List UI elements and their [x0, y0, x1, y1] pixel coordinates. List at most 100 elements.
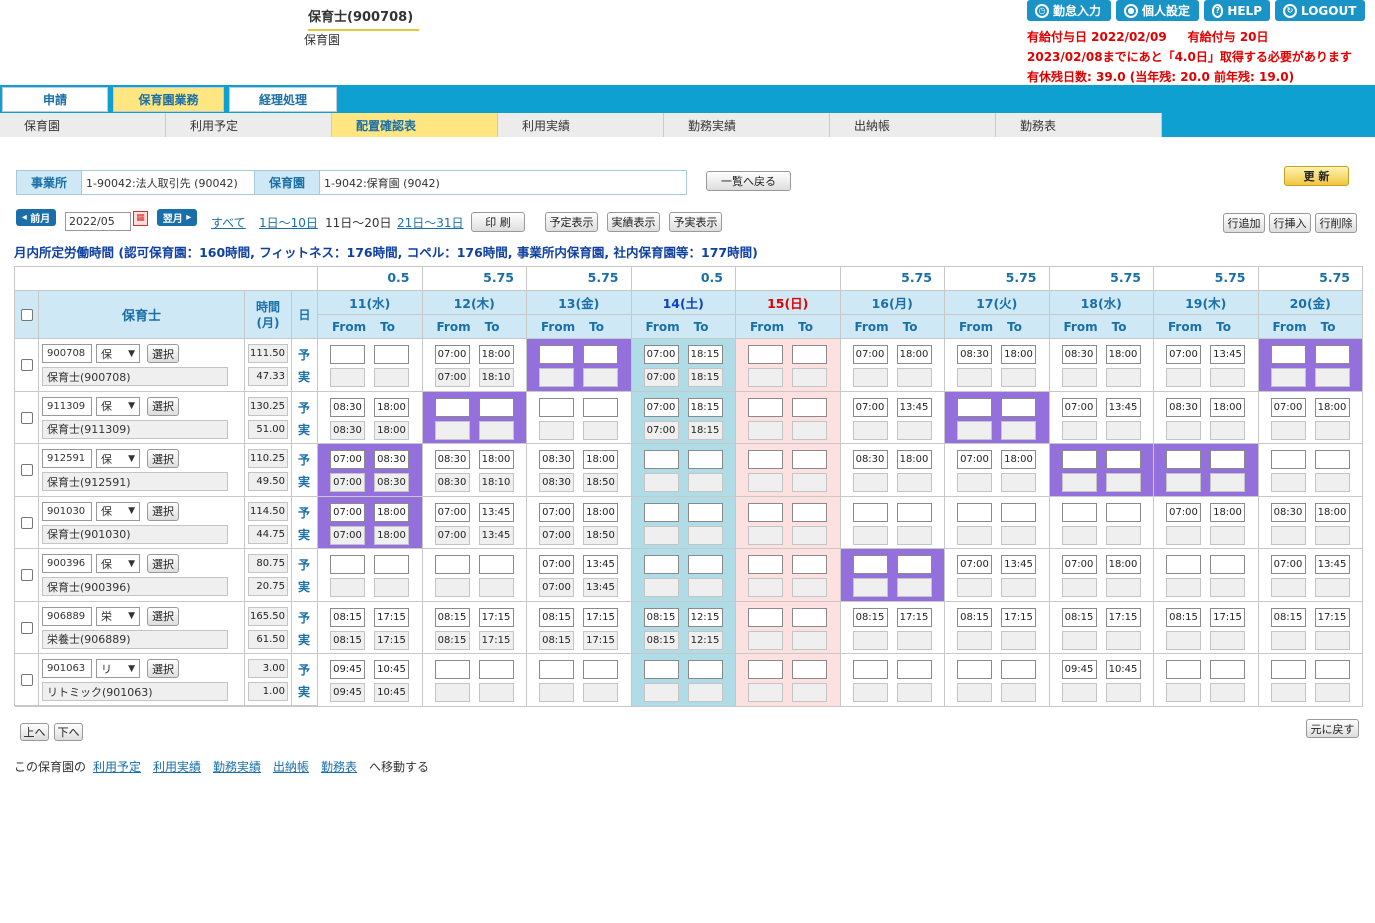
plan-from-input[interactable]: 08:30: [957, 345, 992, 364]
restore-button[interactable]: 元に戻す: [1306, 719, 1359, 738]
plan-from-input[interactable]: [434, 660, 470, 679]
plan-to-input[interactable]: 13:45: [1210, 345, 1245, 364]
plan-from-input[interactable]: [1270, 345, 1306, 364]
sub-tab[interactable]: 出納帳: [830, 113, 996, 137]
plan-to-input[interactable]: [687, 660, 723, 679]
select-staff-button[interactable]: 選択: [147, 396, 179, 416]
staff-id-input[interactable]: 906889: [42, 606, 92, 626]
plan-to-input[interactable]: [792, 450, 827, 469]
plan-to-input[interactable]: 13:45: [896, 397, 932, 417]
plan-to-input[interactable]: 17:15: [1314, 607, 1350, 627]
plan-to-input[interactable]: [583, 397, 618, 417]
plan-from-input[interactable]: [643, 450, 679, 469]
plan-from-input[interactable]: [330, 555, 365, 574]
plan-from-input[interactable]: 08:15: [852, 607, 888, 627]
plan-to-input[interactable]: [687, 555, 723, 574]
plan-to-input[interactable]: 18:00: [583, 502, 618, 522]
plan-from-input[interactable]: 09:45: [1061, 660, 1097, 679]
plan-to-input[interactable]: 17:15: [896, 607, 932, 627]
plan-from-input[interactable]: [1061, 502, 1097, 522]
plan-to-input[interactable]: 18:00: [1001, 450, 1036, 469]
plan-from-input[interactable]: [748, 397, 783, 417]
attendance-button[interactable]: ◷ 勤怠入力: [1027, 0, 1111, 21]
help-button[interactable]: ? HELP: [1204, 0, 1270, 21]
plan-from-input[interactable]: 08:15: [330, 607, 365, 627]
plan-to-input[interactable]: 18:00: [374, 502, 409, 522]
row-checkbox[interactable]: [21, 569, 33, 581]
select-staff-button[interactable]: 選択: [147, 344, 179, 363]
plan-to-input[interactable]: 18:00: [896, 345, 932, 364]
sub-tab[interactable]: 配置確認表: [332, 113, 498, 137]
plan-to-input[interactable]: 17:15: [1001, 607, 1036, 627]
plan-to-input[interactable]: 18:00: [374, 397, 409, 417]
plan-from-input[interactable]: [539, 397, 574, 417]
plan-to-input[interactable]: 13:45: [478, 502, 514, 522]
select-all-checkbox[interactable]: [21, 309, 33, 321]
back-to-list-button[interactable]: 一覧へ戻る: [706, 171, 791, 191]
plan-to-input[interactable]: 18:00: [1314, 502, 1350, 522]
plan-to-input[interactable]: [583, 345, 618, 364]
plan-to-input[interactable]: [896, 502, 932, 522]
select-staff-button[interactable]: 選択: [147, 554, 179, 573]
plan-to-input[interactable]: [896, 660, 932, 679]
row-checkbox[interactable]: [21, 359, 33, 371]
plan-to-input[interactable]: 13:45: [1314, 555, 1350, 574]
footer-link[interactable]: 利用予定: [93, 758, 141, 775]
footer-link[interactable]: 勤務表: [321, 758, 357, 775]
footer-link[interactable]: 勤務実績: [213, 758, 261, 775]
delete-row-button[interactable]: 行削除: [1315, 213, 1357, 233]
plan-from-input[interactable]: 07:00: [643, 397, 679, 417]
plan-to-input[interactable]: 12:15: [687, 607, 723, 627]
staff-id-input[interactable]: 912591: [42, 449, 92, 468]
plan-to-input[interactable]: [792, 607, 827, 627]
plan-to-input[interactable]: [1210, 450, 1245, 469]
insert-row-button[interactable]: 行挿入: [1269, 213, 1311, 233]
plan-from-input[interactable]: [1166, 450, 1201, 469]
plan-from-input[interactable]: 07:00: [434, 502, 470, 522]
plan-to-input[interactable]: [374, 345, 409, 364]
plan-to-input[interactable]: 18:00: [1105, 555, 1141, 574]
plan-from-input[interactable]: [539, 345, 574, 364]
plan-to-input[interactable]: [583, 660, 618, 679]
plan-to-input[interactable]: [478, 555, 514, 574]
plan-to-input[interactable]: 13:45: [1001, 555, 1036, 574]
plan-to-input[interactable]: [1314, 660, 1350, 679]
plan-from-input[interactable]: 09:45: [330, 660, 365, 679]
plan-from-input[interactable]: 08:15: [539, 607, 574, 627]
plan-to-input[interactable]: [792, 660, 827, 679]
plan-from-input[interactable]: [852, 555, 888, 574]
plan-to-input[interactable]: 18:00: [478, 450, 514, 469]
logout-button[interactable]: ↻ LOGOUT: [1275, 0, 1365, 21]
plan-to-input[interactable]: 10:45: [1105, 660, 1141, 679]
footer-link[interactable]: 出納帳: [273, 758, 309, 775]
plan-from-input[interactable]: [643, 502, 679, 522]
filter-21-31-link[interactable]: 21日～31日: [397, 214, 464, 231]
plan-from-input[interactable]: 07:00: [1270, 555, 1306, 574]
plan-from-input[interactable]: 07:00: [1166, 345, 1201, 364]
plan-from-input[interactable]: [1061, 450, 1097, 469]
plan-to-input[interactable]: 18:00: [1105, 345, 1141, 364]
plan-from-input[interactable]: [748, 450, 783, 469]
print-button[interactable]: 印 刷: [471, 212, 525, 232]
plan-from-input[interactable]: 08:30: [330, 397, 365, 417]
plan-from-input[interactable]: [1270, 660, 1306, 679]
plan-from-input[interactable]: 07:00: [852, 345, 888, 364]
plan-from-input[interactable]: [643, 660, 679, 679]
main-tab[interactable]: 申請: [2, 87, 108, 112]
sub-tab[interactable]: 利用実績: [498, 113, 664, 137]
plan-to-input[interactable]: [792, 502, 827, 522]
plan-from-input[interactable]: 07:00: [957, 450, 992, 469]
plan-from-input[interactable]: 08:15: [434, 607, 470, 627]
staff-type-select[interactable]: 栄 ▼: [96, 606, 140, 626]
plan-from-input[interactable]: 08:15: [643, 607, 679, 627]
plan-from-input[interactable]: 07:00: [539, 555, 574, 574]
footer-link[interactable]: 利用実績: [153, 758, 201, 775]
plan-from-input[interactable]: 07:00: [1270, 397, 1306, 417]
plan-from-input[interactable]: 08:15: [1270, 607, 1306, 627]
plan-to-input[interactable]: 18:00: [478, 345, 514, 364]
plan-to-input[interactable]: 18:00: [896, 450, 932, 469]
next-month-button[interactable]: 翌月 ▸: [157, 209, 197, 226]
plan-to-input[interactable]: 18:00: [1210, 502, 1245, 522]
plan-to-input[interactable]: 18:15: [687, 345, 723, 364]
plan-from-input[interactable]: 07:00: [330, 450, 365, 469]
